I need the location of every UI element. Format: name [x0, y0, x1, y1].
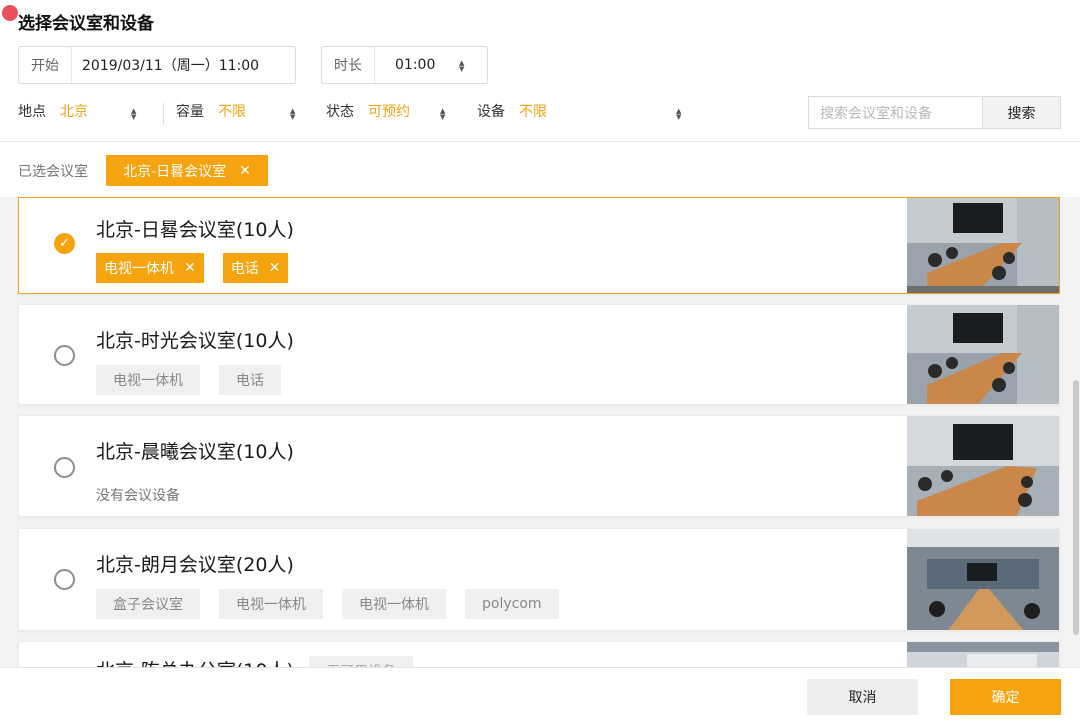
close-icon[interactable]: ✕ [269, 260, 281, 276]
sort-arrows-icon[interactable]: ▲ ▼ [440, 108, 445, 121]
meeting-room-photo [907, 305, 1059, 404]
meeting-room-photo [907, 198, 1059, 293]
sort-arrows-icon[interactable]: ▲ ▼ [459, 60, 464, 73]
equipment-tag[interactable]: 电话 ✕ [222, 253, 289, 283]
filter-equipment[interactable]: 设备 不限 [477, 101, 547, 121]
equipment-tag: 电话 [219, 365, 281, 395]
check-icon[interactable]: ✓ [54, 233, 75, 254]
radio-button[interactable] [54, 345, 75, 366]
close-icon[interactable]: ✕ [184, 260, 196, 276]
cancel-button[interactable]: 取消 [807, 679, 918, 715]
duration-field[interactable]: 时长 01:00 ▲ ▼ [321, 46, 488, 84]
room-name: 北京-晨曦会议室(10人) [96, 441, 294, 463]
equipment-tag: 盒子会议室 [96, 589, 200, 619]
room-card[interactable]: 北京-晨曦会议室(10人) 没有会议设备 [18, 415, 1060, 517]
equipment-tag: polycom [465, 589, 559, 619]
scrollbar-thumb[interactable] [1073, 380, 1079, 635]
meeting-room-photo [907, 529, 1059, 630]
filter-label: 地点 [18, 104, 46, 120]
confirm-button[interactable]: 确定 [950, 679, 1061, 715]
section-divider [0, 141, 1080, 142]
no-equipment-text: 没有会议设备 [96, 488, 180, 504]
room-name: 北京-时光会议室(10人) [96, 330, 294, 352]
search-input[interactable]: 搜索会议室和设备 [808, 96, 983, 129]
start-time-value[interactable]: 2019/03/11（周一）11:00 [72, 55, 259, 75]
dialog-title: 选择会议室和设备 [18, 14, 154, 34]
notification-dot [2, 5, 18, 21]
search-button[interactable]: 搜索 [982, 96, 1061, 129]
equipment-tag: 电视一体机 [342, 589, 446, 619]
filter-label: 设备 [477, 104, 505, 120]
equipment-tag[interactable]: 电视一体机 ✕ [96, 253, 204, 283]
tag-label: 电视一体机 [104, 261, 174, 277]
equipment-tag: 电视一体机 [96, 365, 200, 395]
filter-label: 状态 [326, 104, 354, 120]
tag-label: 电话 [230, 261, 259, 277]
filter-value: 不限 [519, 104, 547, 120]
filter-label: 容量 [176, 104, 204, 120]
filter-value: 不限 [218, 104, 246, 120]
radio-button[interactable] [54, 569, 75, 590]
start-time-field[interactable]: 开始 2019/03/11（周一）11:00 [18, 46, 296, 84]
meeting-room-photo [907, 642, 1059, 667]
duration-label: 时长 [322, 47, 375, 83]
close-icon[interactable]: ✕ [239, 163, 251, 179]
room-card[interactable]: 北京-朗月会议室(20人) 盒子会议室 电视一体机 电视一体机 polycom [18, 528, 1060, 631]
room-name: 北京-朗月会议室(20人) [96, 554, 294, 576]
start-label: 开始 [19, 47, 72, 83]
filter-value: 北京 [60, 104, 88, 120]
room-name: 北京-陈总办公室(10人) [96, 656, 294, 667]
room-name: 北京-日晷会议室(10人) [96, 219, 294, 241]
room-card[interactable]: 北京-时光会议室(10人) 电视一体机 电话 [18, 304, 1060, 405]
selected-room-chip[interactable]: 北京-日晷会议室 ✕ [106, 155, 268, 186]
selected-rooms-label: 已选会议室 [18, 164, 88, 180]
equipment-tag: 电视一体机 [219, 589, 323, 619]
room-card[interactable]: 北京-陈总办公室(10人) 无可用设备 [18, 641, 1060, 667]
radio-button[interactable] [54, 457, 75, 478]
meeting-room-photo [907, 416, 1059, 516]
duration-value[interactable]: 01:00 [375, 57, 435, 73]
room-card[interactable]: ✓ 北京-日晷会议室(10人) 电视一体机 ✕ 电话 ✕ [18, 197, 1060, 294]
dialog-footer [0, 667, 1080, 726]
filter-status[interactable]: 状态 可预约 [326, 101, 410, 121]
sort-arrows-icon[interactable]: ▲ ▼ [290, 108, 295, 121]
filter-value: 可预约 [368, 104, 410, 120]
filter-divider [163, 103, 164, 125]
sort-arrows-icon[interactable]: ▲ ▼ [131, 108, 136, 121]
chip-label: 北京-日晷会议室 [123, 163, 227, 180]
sort-arrows-icon[interactable]: ▲ ▼ [676, 108, 681, 121]
filter-capacity[interactable]: 容量 不限 [176, 101, 246, 121]
room-list[interactable]: ✓ 北京-日晷会议室(10人) 电视一体机 ✕ 电话 ✕ 北京-时光会议室(10人)… [0, 197, 1080, 667]
equipment-tag: 无可用设备 [309, 656, 413, 667]
filter-location[interactable]: 地点 北京 [18, 101, 88, 121]
